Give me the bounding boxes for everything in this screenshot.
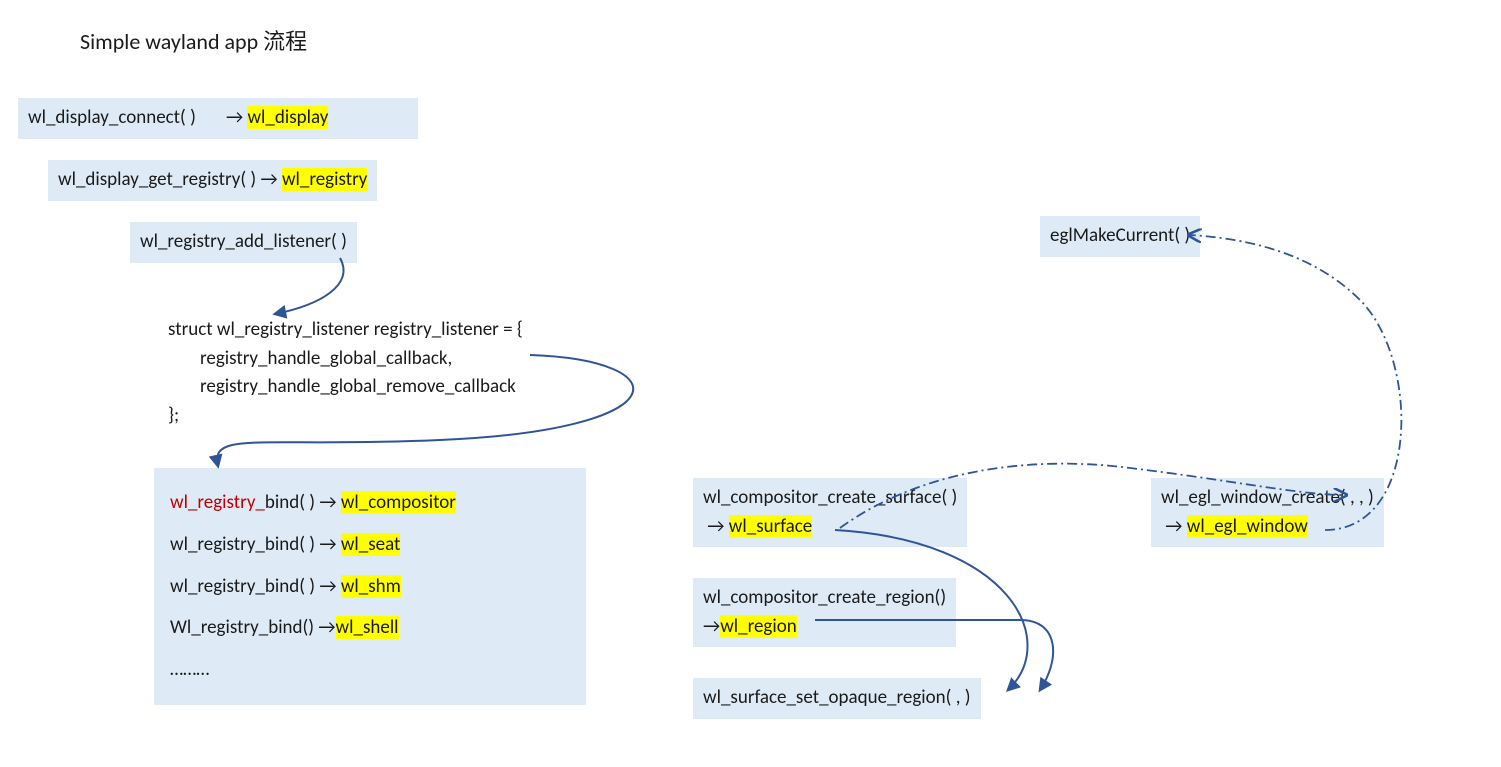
return-type: wl_registry <box>282 168 367 191</box>
bind-ret: wl_compositor <box>341 491 456 514</box>
call-text: wl_display_get_registry( ) <box>58 168 256 191</box>
call-text: wl_compositor_create_surface( ) <box>703 484 957 513</box>
return-type: wl_surface <box>729 515 812 538</box>
node-egl-window-create: wl_egl_window_create( , , ) → wl_egl_win… <box>1151 478 1384 547</box>
return-type: wl_egl_window <box>1187 515 1308 538</box>
node-registry-binds: wl_registry_bind( ) → wl_compositor wl_r… <box>154 468 586 705</box>
node-create-region: wl_compositor_create_region() →wl_region <box>693 578 956 647</box>
bind-shm: wl_registry_bind( ) → wl_shm <box>170 566 570 608</box>
bind-call: wl_registry_bind( ) → <box>170 575 337 598</box>
bind-ret: wl_shell <box>336 616 399 639</box>
struct-registry-listener: struct wl_registry_listener registry_lis… <box>168 316 523 430</box>
node-wl-display-connect: wl_display_connect( ) → wl_display <box>18 98 418 139</box>
arrow-glyph: → <box>226 106 243 129</box>
call-text: eglMakeCurrent( ) <box>1050 224 1190 247</box>
call-text: wl_compositor_create_region() <box>703 584 946 613</box>
arrow-glyph: → <box>260 168 277 191</box>
bind-shell: Wl_registry_bind() →wl_shell <box>170 607 570 649</box>
arrow-glyph: → <box>703 615 720 638</box>
bind-ret: wl_shm <box>341 575 401 598</box>
bind-call: bind( ) → <box>265 491 337 514</box>
bind-compositor: wl_registry_bind( ) → wl_compositor <box>170 482 570 524</box>
arrow-glyph: → <box>1165 515 1182 538</box>
bind-ret: wl_seat <box>341 533 401 556</box>
struct-line-4: }; <box>168 402 523 431</box>
call-text: wl_display_connect( ) <box>28 106 196 129</box>
struct-line-2: registry_handle_global_callback, <box>200 347 452 370</box>
bind-call: Wl_registry_bind() → <box>170 616 336 639</box>
arrow-listener-to-struct <box>275 258 344 314</box>
call-text: wl_surface_set_opaque_region( , ) <box>703 686 971 709</box>
node-wl-registry-add-listener: wl_registry_add_listener( ) <box>130 222 357 263</box>
node-create-surface: wl_compositor_create_surface( ) → wl_sur… <box>693 478 967 547</box>
bind-prefix-red: wl_registry_ <box>170 491 265 514</box>
arrow-glyph: → <box>707 515 724 538</box>
bind-seat: wl_registry_bind( ) → wl_seat <box>170 524 570 566</box>
node-egl-make-current: eglMakeCurrent( ) <box>1040 216 1200 257</box>
node-wl-display-get-registry: wl_display_get_registry( ) → wl_registry <box>48 160 377 201</box>
struct-line-1: struct wl_registry_listener registry_lis… <box>168 316 523 345</box>
struct-line-3: registry_handle_global_remove_callback <box>200 375 516 398</box>
diagram-title: Simple wayland app 流程 <box>80 24 307 56</box>
bind-more: ……… <box>170 649 570 691</box>
return-type: wl_display <box>247 106 328 129</box>
call-text: wl_egl_window_create( , , ) <box>1161 484 1374 513</box>
bind-call: wl_registry_bind( ) → <box>170 533 337 556</box>
call-text: wl_registry_add_listener( ) <box>140 230 347 253</box>
node-set-opaque-region: wl_surface_set_opaque_region( , ) <box>693 678 981 719</box>
return-type: wl_region <box>720 615 797 638</box>
